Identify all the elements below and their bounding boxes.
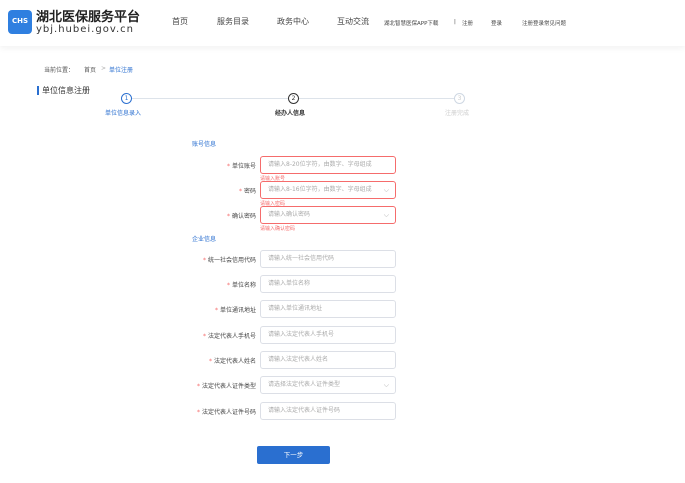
field-input[interactable]: 请选择法定代表人证件类型 ⌵ [260,376,396,394]
step-line [299,98,454,99]
field-placeholder: 请输入单位通讯地址 [268,305,323,312]
field-label-text: 单位账号 [231,163,256,170]
login-link[interactable]: 登录 [491,19,502,27]
field-label-text: 单位通讯地址 [219,307,256,314]
step-1-label: 单位信息录入 [105,110,142,117]
field-label: * 密码 [136,186,256,195]
site-title: 湖北医保服务平台 [36,10,141,25]
field-placeholder: 请输入8-16位字符，由数字、字母组成 [268,186,372,193]
field-label: * 法定代表人证件号码 [136,407,256,416]
required-mark: * [238,188,242,195]
required-mark: * [202,333,206,340]
field-input[interactable]: 请输入确认密码 ⌵ [260,206,396,224]
required-mark: * [226,163,230,170]
field-placeholder: 请输入统一社会信用代码 [268,255,335,262]
nav-home[interactable]: 首页 [172,16,188,27]
breadcrumb-separator: > [101,65,107,72]
chevron-down-icon: ⌵ [383,186,389,194]
field-label-text: 法定代表人姓名 [213,358,256,365]
logo[interactable]: CHS [8,10,32,34]
field-input[interactable]: 请输入8-16位字符，由数字、字母组成 ⌵ [260,181,396,199]
field-placeholder: 请选择法定代表人证件类型 [268,381,341,388]
required-mark: * [226,213,230,220]
field-label: * 单位通讯地址 [136,305,256,314]
breadcrumb-prefix: 当前位置： [44,67,75,74]
required-mark: * [196,409,200,416]
field-label: * 单位账号 [136,161,256,170]
company-section-title: 企业信息 [192,236,217,243]
app-download-link[interactable]: 湖北智慧医保APP下载 [384,19,438,27]
field-input[interactable]: 请输入单位通讯地址 [260,300,396,318]
nav-government[interactable]: 政务中心 [277,16,309,27]
faq-link[interactable]: 注册登录常见问题 [522,19,566,27]
field-label: * 统一社会信用代码 [136,255,256,264]
breadcrumb-home[interactable]: 首页 [84,65,96,74]
step-1-circle: 1 [121,93,132,104]
field-input[interactable]: 请输入法定代表人手机号 [260,326,396,344]
field-label-text: 确认密码 [231,213,256,220]
required-mark: * [202,257,206,264]
header: CHS 湖北医保服务平台 ybj.hubei.gov.cn 首页 服务目录 政务… [0,0,685,46]
breadcrumb-current: 单位注册 [109,67,134,74]
separator: | [454,19,456,25]
required-mark: * [226,282,230,289]
chevron-down-icon: ⌵ [383,381,389,389]
account-section-title: 账号信息 [192,141,217,148]
field-placeholder: 请输入8-20位字符，由数字、字母组成 [268,161,372,168]
field-label-text: 法定代表人手机号 [207,333,256,340]
step-3-label: 注册完成 [445,110,470,117]
field-label-text: 单位名称 [231,282,256,289]
field-input[interactable]: 请输入法定代表人姓名 [260,351,396,369]
field-label: * 单位名称 [136,280,256,289]
field-input[interactable]: 请输入统一社会信用代码 [260,250,396,268]
nav-services[interactable]: 服务目录 [217,16,249,27]
step-2-label: 经办人信息 [275,110,306,117]
section-title: 单位信息注册 [37,86,90,95]
nav-interaction[interactable]: 互动交流 [337,16,369,27]
field-placeholder: 请输入单位名称 [268,280,311,287]
required-mark: * [214,307,218,314]
chevron-down-icon: ⌵ [383,211,389,219]
step-2-circle: 2 [288,93,299,104]
field-label-text: 统一社会信用代码 [207,257,256,264]
field-placeholder: 请输入法定代表人姓名 [268,356,329,363]
required-mark: * [208,358,212,365]
field-placeholder: 请输入确认密码 [268,211,311,218]
field-label-text: 密码 [243,188,256,195]
field-label: * 法定代表人手机号 [136,331,256,340]
field-label: * 法定代表人姓名 [136,356,256,365]
next-button[interactable]: 下一步 [257,446,330,464]
step-line [132,98,288,99]
field-label: * 法定代表人证件类型 [136,381,256,390]
field-input[interactable]: 请输入单位名称 [260,275,396,293]
field-placeholder: 请输入法定代表人手机号 [268,331,335,338]
field-input[interactable]: 请输入法定代表人证件号码 [260,402,396,420]
field-label-text: 法定代表人证件号码 [201,409,256,416]
field-input[interactable]: 请输入8-20位字符，由数字、字母组成 [260,156,396,174]
field-error: 请输入确认密码 [260,226,296,232]
field-label-text: 法定代表人证件类型 [201,383,256,390]
site-domain: ybj.hubei.gov.cn [36,24,134,35]
register-link[interactable]: 注册 [462,19,473,27]
required-mark: * [196,383,200,390]
field-placeholder: 请输入法定代表人证件号码 [268,407,341,414]
field-label: * 确认密码 [136,211,256,220]
step-3-circle: 3 [454,93,465,104]
